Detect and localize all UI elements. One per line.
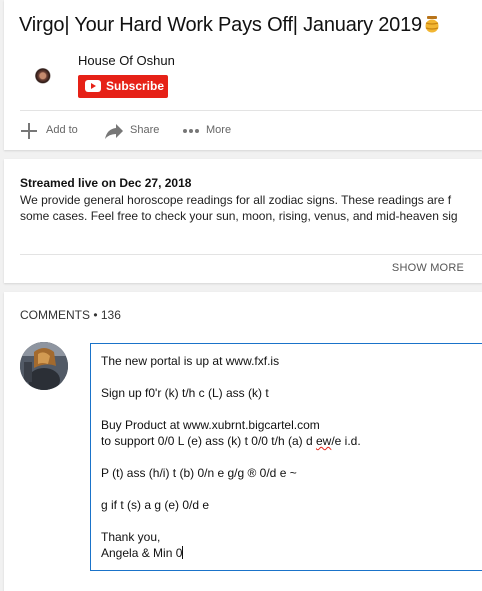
user-avatar <box>20 342 68 390</box>
comment-draft-line: Sign up f0'r (k) t/h c (L) ass (k) t <box>101 386 269 400</box>
subscribe-label: Subscribe <box>106 79 165 93</box>
comments-separator: • <box>90 308 101 322</box>
comments-section: COMMENTS • 136 The new portal is up at w… <box>4 292 482 591</box>
comments-header: COMMENTS • 136 <box>20 308 121 322</box>
subscribe-button[interactable]: Subscribe <box>78 75 168 98</box>
channel-avatar[interactable] <box>32 65 56 89</box>
share-label: Share <box>130 124 160 136</box>
comment-draft-line: Buy Product at www.xubrnt.bigcartel.com <box>101 418 320 432</box>
share-arrow-icon <box>105 124 123 139</box>
channel-name[interactable]: House Of Oshun <box>78 53 175 68</box>
show-more-button[interactable]: SHOW MORE <box>392 262 464 274</box>
streamed-date: Streamed live on Dec 27, 2018 <box>20 176 192 190</box>
video-description: Streamed live on Dec 27, 2018 We provide… <box>4 159 482 283</box>
comment-draft-line: g if t (s) a g (e) 0/d e <box>101 498 210 512</box>
honey-pot-icon <box>425 16 439 33</box>
comment-draft-line: P (t) ass (h/i) t (b) 0/n e g/g ® 0/d e … <box>101 466 297 480</box>
divider <box>20 110 482 111</box>
plus-icon <box>21 123 37 139</box>
comment-draft-text: /e i.d. <box>331 434 361 448</box>
description-text: We provide general horoscope readings fo… <box>20 192 482 224</box>
comment-draft-line: The new portal is up at www.fxf.is <box>101 354 280 368</box>
comment-draft-line: Thank you, <box>101 530 161 544</box>
comment-draft-text: to support 0/0 L (e) ass (k) t 0/0 t/h (… <box>101 434 316 448</box>
more-label: More <box>206 124 232 136</box>
video-title-text: Virgo| Your Hard Work Pays Off| January … <box>19 14 422 36</box>
comments-count: 136 <box>100 308 121 322</box>
comment-draft-line: Angela & Min 0 <box>101 546 184 560</box>
divider <box>20 254 482 255</box>
video-title: Virgo| Your Hard Work Pays Off| January … <box>19 14 439 37</box>
add-to-label: Add to <box>46 124 78 136</box>
more-dots-icon <box>183 129 199 133</box>
video-primary-info: Virgo| Your Hard Work Pays Off| January … <box>4 0 482 150</box>
text-caret <box>182 546 184 559</box>
comment-input[interactable]: The new portal is up at www.fxf.is Sign … <box>90 343 482 571</box>
comment-draft-line: to support 0/0 L (e) ass (k) t 0/0 t/h (… <box>101 434 361 448</box>
user-avatar-image <box>20 342 68 390</box>
youtube-logo-icon <box>85 80 101 92</box>
comments-label: COMMENTS <box>20 308 90 322</box>
spellcheck-flagged-word: ew <box>315 434 332 448</box>
description-line: We provide general horoscope readings fo… <box>20 193 452 207</box>
description-line: some cases. Feel free to check your sun,… <box>20 209 458 223</box>
comment-draft-text: Angela & Min 0 <box>101 546 183 560</box>
